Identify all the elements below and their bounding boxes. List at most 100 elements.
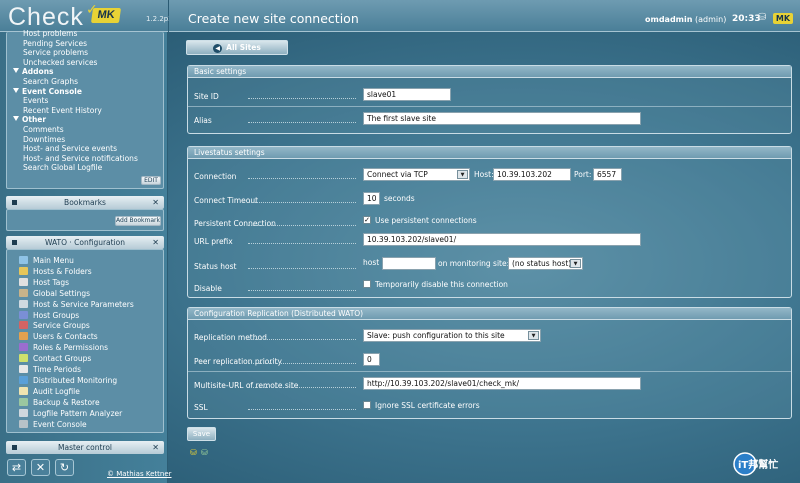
replication-method-select[interactable]: Slave: push configuration to this site ▼ — [363, 329, 541, 342]
sidebar-view-link[interactable]: Search Graphs — [23, 77, 78, 87]
ssl-text: Ignore SSL certificate errors — [375, 401, 480, 410]
wato-item-label: Event Console — [33, 419, 87, 429]
credit-link[interactable]: © Mathias Kettner — [107, 470, 172, 478]
separator — [248, 339, 356, 340]
disable-checkbox[interactable] — [363, 280, 371, 288]
wato-menu-item[interactable]: Main Menu — [19, 256, 74, 266]
separator — [248, 363, 356, 364]
remote-url-input[interactable]: http://10.39.103.202/slave01/check_mk/ — [363, 377, 641, 390]
basic-settings-section: Basic settings Site ID slave01 Alias The… — [187, 65, 792, 134]
sidebar-category[interactable]: Addons — [13, 67, 54, 77]
sidebar: Check ✓ MK 1.2.2p2 Host problemsPending … — [0, 0, 173, 483]
wato-menu-item[interactable]: Distributed Monitoring — [19, 375, 117, 386]
dropdown-icon: ▼ — [457, 170, 468, 179]
logo-text: Check — [8, 3, 84, 31]
connection-select[interactable]: Connect via TCP ▼ — [363, 168, 470, 181]
status-host-site-select[interactable]: (no status host) ▼ — [508, 257, 583, 270]
url-prefix-input[interactable]: 10.39.103.202/slave01/ — [363, 233, 641, 246]
wato-item-label: Audit Logfile — [33, 386, 80, 396]
wato-menu-item[interactable]: Host Groups — [19, 310, 79, 321]
sidebar-view-link[interactable]: Events — [23, 96, 48, 106]
timeout-input[interactable]: 10 — [363, 192, 380, 205]
close-icon[interactable]: ✕ — [152, 196, 159, 209]
edit-views-button[interactable]: EDIT — [141, 176, 161, 185]
header-mk-logo[interactable]: MK — [773, 13, 793, 24]
wato-menu-item[interactable]: Event Console — [19, 419, 87, 430]
sidebar-item-label: Unchecked services — [23, 57, 98, 67]
alias-input[interactable]: The first slave site — [363, 112, 641, 125]
wato-menu-item[interactable]: Audit Logfile — [19, 386, 80, 397]
host-input[interactable]: 10.39.103.202 — [493, 168, 571, 181]
wato-menu-item[interactable]: Service Groups — [19, 321, 90, 331]
replication-method-label: Replication method — [194, 333, 267, 342]
sidebar-view-link[interactable]: Host- and Service events — [23, 144, 117, 154]
wato-menu-item[interactable]: Users & Contacts — [19, 332, 98, 342]
servicegroups-icon — [19, 321, 28, 330]
folder-icon — [19, 266, 28, 275]
sidebar-settings-icon[interactable]: ✕ — [31, 459, 50, 476]
sidebar-item-label: Event Console — [22, 86, 82, 96]
priority-input[interactable]: 0 — [363, 353, 380, 366]
sidebar-view-link[interactable]: Unchecked services — [23, 58, 97, 68]
separator — [248, 409, 356, 410]
sidebar-item-label: Host- and Service events — [23, 144, 118, 154]
wato-menu-item[interactable]: Contact Groups — [19, 354, 91, 364]
wato-snapin: Main Menu Hosts & Folders Host Tags Global … — [6, 249, 164, 433]
sidebar-view-link[interactable]: Recent Event History — [23, 106, 102, 116]
wato-menu-item[interactable]: Host Tags — [19, 277, 69, 288]
logout-icon[interactable]: ↻ — [55, 459, 74, 476]
save-button[interactable]: Save — [187, 427, 216, 441]
separator — [248, 387, 356, 388]
wato-menu-item[interactable]: Backup & Restore — [19, 397, 100, 408]
all-sites-button[interactable]: ◀ All Sites — [186, 40, 288, 55]
sidebar-item-label: Downtimes — [23, 134, 66, 144]
sidebar-view-link[interactable]: Host- and Service notifications — [23, 154, 138, 164]
site-id-input[interactable]: slave01 — [363, 88, 451, 101]
master-control-header[interactable]: Master control ✕ — [6, 441, 164, 454]
wato-menu-item[interactable]: Time Periods — [19, 365, 81, 375]
replication-method-value: Slave: push configuration to this site — [367, 331, 505, 340]
wato-menu-item[interactable]: Hosts & Folders — [19, 266, 92, 277]
sites-icon — [19, 375, 28, 384]
logo[interactable]: Check ✓ MK 1.2.2p2 — [0, 0, 173, 32]
wato-header[interactable]: WATO · Configuration ✕ — [6, 236, 164, 249]
livestatus-settings-section: Livestatus settings Connection Connect v… — [187, 146, 792, 298]
connection-label: Connection — [194, 172, 237, 181]
sidebar-category[interactable]: Other — [13, 115, 46, 125]
add-bookmark-button[interactable]: Add Bookmark — [115, 216, 161, 226]
collapse-triangle-icon[interactable] — [13, 68, 19, 74]
status-icon: ⛁ — [758, 12, 767, 23]
help-icon: ⛁ — [201, 448, 208, 457]
user-role: (admin) — [695, 15, 727, 24]
close-icon[interactable]: ✕ — [152, 236, 159, 249]
connection-value: Connect via TCP — [367, 170, 428, 179]
dropdown-icon: ▼ — [528, 331, 539, 340]
sidebar-item-label: Comments — [23, 125, 64, 134]
backup-icon — [19, 397, 28, 406]
wato-menu-item[interactable]: Roles & Permissions — [19, 343, 108, 353]
sidebar-view-link[interactable]: Service problems — [23, 48, 88, 58]
persistent-checkbox[interactable]: ✓ — [363, 216, 371, 224]
close-icon[interactable]: ✕ — [152, 441, 159, 454]
wato-menu-item[interactable]: Logfile Pattern Analyzer — [19, 408, 122, 419]
bookmarks-header[interactable]: Bookmarks ✕ — [6, 196, 164, 209]
sidebar-view-link[interactable]: Pending Services — [23, 39, 87, 49]
sidebar-view-link[interactable]: Comments — [23, 125, 64, 135]
sidebar-view-link[interactable]: Downtimes — [23, 135, 65, 145]
collapse-triangle-icon[interactable] — [13, 116, 19, 122]
replication-section: Configuration Replication (Distributed W… — [187, 307, 792, 419]
sidebar-item-label: Search Graphs — [23, 77, 79, 86]
sites-status-icon: ⛁ — [190, 448, 197, 457]
ssl-checkbox[interactable] — [363, 401, 371, 409]
sidebar-category[interactable]: Event Console — [13, 87, 82, 97]
sidebar-view-link[interactable]: Host problems — [23, 29, 77, 39]
collapse-triangle-icon[interactable] — [13, 87, 19, 93]
wato-menu-item[interactable]: Host & Service Parameters — [19, 299, 134, 310]
status-host-input[interactable] — [382, 257, 436, 270]
sidebar-view-link[interactable]: Search Global Logfile — [23, 163, 102, 173]
port-input[interactable]: 6557 — [593, 168, 622, 181]
status-host-site-value: (no status host) — [512, 259, 572, 268]
add-snapin-icon[interactable]: ⇄ — [7, 459, 26, 476]
wato-menu-item[interactable]: Global Settings — [19, 288, 90, 299]
wato-item-label: Roles & Permissions — [33, 343, 109, 353]
